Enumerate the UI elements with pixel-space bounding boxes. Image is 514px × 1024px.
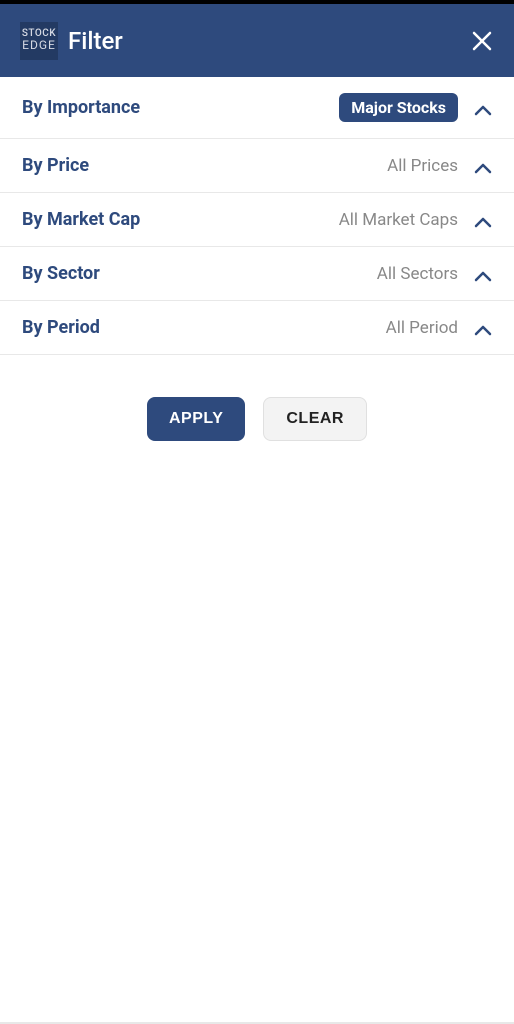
filter-right: All Prices (387, 156, 492, 176)
clear-button[interactable]: CLEAR (263, 397, 367, 441)
filter-badge: Major Stocks (339, 93, 458, 122)
filter-row-period[interactable]: By Period All Period (0, 301, 514, 355)
filter-label: By Price (22, 155, 89, 176)
filter-right: Major Stocks (339, 93, 492, 122)
filter-label: By Period (22, 317, 100, 338)
filter-row-market-cap[interactable]: By Market Cap All Market Caps (0, 193, 514, 247)
filter-label: By Market Cap (22, 209, 140, 230)
filter-right: All Sectors (377, 264, 492, 284)
logo: STOCK EDGE (20, 22, 58, 60)
chevron-up-icon (474, 322, 492, 334)
chevron-up-icon (474, 160, 492, 172)
filter-right: All Period (386, 318, 492, 338)
chevron-up-icon (474, 102, 492, 114)
filter-row-sector[interactable]: By Sector All Sectors (0, 247, 514, 301)
filter-value: All Market Caps (339, 210, 458, 230)
apply-button[interactable]: APPLY (147, 397, 245, 441)
filter-label: By Sector (22, 263, 100, 284)
filter-right: All Market Caps (339, 210, 492, 230)
chevron-up-icon (474, 268, 492, 280)
chevron-up-icon (474, 214, 492, 226)
actions: APPLY CLEAR (0, 355, 514, 483)
header: STOCK EDGE Filter (0, 4, 514, 77)
filter-value: All Sectors (377, 264, 458, 284)
filter-value: All Prices (387, 156, 458, 176)
logo-text-bottom: EDGE (22, 39, 56, 52)
filter-label: By Importance (22, 97, 140, 118)
filter-row-importance[interactable]: By Importance Major Stocks (0, 77, 514, 139)
close-icon[interactable] (472, 31, 492, 51)
filter-row-price[interactable]: By Price All Prices (0, 139, 514, 193)
filters-container: By Importance Major Stocks By Price All … (0, 77, 514, 355)
page-title: Filter (68, 27, 123, 55)
filter-value: All Period (386, 318, 458, 338)
